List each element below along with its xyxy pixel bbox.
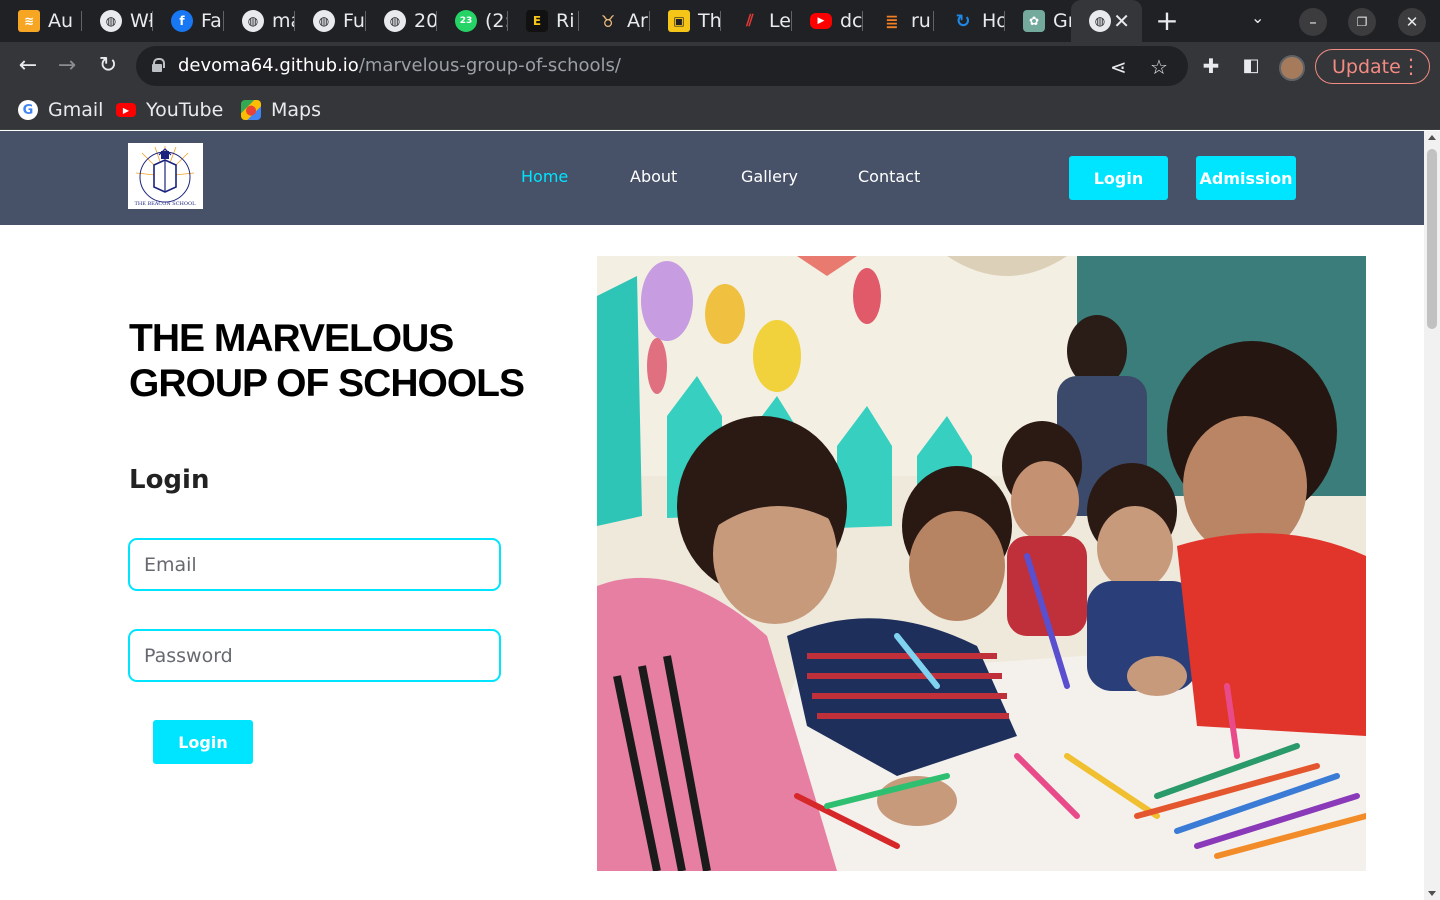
email-field[interactable]: [128, 538, 501, 591]
reload-icon[interactable]: ↻: [94, 52, 122, 80]
tab-title: 20: [414, 10, 437, 32]
browser-toolbar: ← → ↻ devoma64.github.io/marvelous-group…: [0, 42, 1440, 90]
browser-tab[interactable]: ≋ Au: [0, 0, 82, 42]
address-bar[interactable]: devoma64.github.io/marvelous-group-of-sc…: [136, 46, 1188, 86]
scroll-thumb[interactable]: [1427, 149, 1437, 329]
nav-home[interactable]: Home: [521, 167, 568, 186]
extensions-icon[interactable]: ✚: [1197, 52, 1225, 80]
stack-icon: ≋: [18, 10, 40, 32]
whatsapp-icon: 23: [455, 10, 477, 32]
globe-icon: ◍: [384, 10, 406, 32]
hero-image: [597, 256, 1366, 871]
page-viewport: THE BEACON SCHOOL Home About Gallery Con…: [0, 131, 1424, 900]
close-window-icon[interactable]: ✕: [1398, 8, 1426, 36]
youtube-icon: ▶: [116, 103, 136, 117]
scroll-up-icon[interactable]: [1428, 135, 1436, 140]
facebook-icon: f: [171, 10, 193, 32]
globe-icon: ◍: [242, 10, 264, 32]
login-heading: Login: [129, 465, 210, 495]
bookmark-youtube[interactable]: ▶ YouTube: [116, 96, 223, 124]
globe-icon: ◍: [100, 10, 122, 32]
maps-icon: ●: [241, 100, 261, 120]
fox-icon: ♉: [597, 10, 619, 32]
tab-title: Ho: [982, 10, 1005, 32]
bookmark-gmail[interactable]: G Gmail: [18, 96, 103, 124]
chevron-down-icon[interactable]: ⌄: [1251, 8, 1264, 27]
browser-tab[interactable]: ⫽ Le: [721, 0, 792, 42]
browser-tab[interactable]: ◍ ma: [224, 0, 295, 42]
tab-title: Le: [769, 10, 791, 32]
menu-dots-icon[interactable]: ⋮: [1401, 54, 1421, 78]
globe-icon: ◍: [1089, 10, 1111, 32]
lock-icon: [152, 58, 165, 72]
tab-title: Ar: [627, 10, 648, 32]
browser-tab[interactable]: ◍ Wł: [82, 0, 153, 42]
nav-admission-button[interactable]: Admission: [1196, 156, 1296, 200]
tab-title: Gr: [1053, 10, 1071, 32]
nav-about[interactable]: About: [630, 167, 677, 186]
browser-tab[interactable]: ✿ Gr: [1005, 0, 1071, 42]
browser-tab[interactable]: ◍ 20: [366, 0, 437, 42]
chatgpt-icon: ✿: [1023, 10, 1045, 32]
browser-tab[interactable]: ◍ Fu: [295, 0, 366, 42]
site-navbar: THE BEACON SCHOOL Home About Gallery Con…: [0, 131, 1424, 225]
restore-icon[interactable]: ❐: [1348, 8, 1376, 36]
close-tab-icon[interactable]: ✕: [1113, 9, 1130, 33]
share-icon[interactable]: ⋖: [1110, 55, 1127, 79]
minimize-icon[interactable]: –: [1299, 8, 1327, 36]
active-tab[interactable]: ◍ ✕: [1071, 0, 1142, 42]
page-scrollbar[interactable]: [1424, 131, 1440, 900]
url-text[interactable]: devoma64.github.io/marvelous-group-of-sc…: [178, 55, 621, 76]
nav-gallery[interactable]: Gallery: [741, 167, 798, 186]
browser-tab[interactable]: 23 (2:: [437, 0, 508, 42]
tab-title: ma: [272, 10, 295, 32]
logo-text: THE BEACON SCHOOL: [135, 201, 197, 207]
nav-login-button[interactable]: Login: [1069, 156, 1168, 200]
school-logo[interactable]: THE BEACON SCHOOL: [128, 143, 203, 209]
forward-icon[interactable]: →: [53, 52, 81, 80]
profile-avatar[interactable]: [1279, 55, 1305, 81]
login-submit-button[interactable]: Login: [153, 720, 253, 764]
stackoverflow-icon: ≣: [881, 10, 903, 32]
tab-title: Ri: [556, 10, 575, 32]
browser-tab[interactable]: E Ri: [508, 0, 579, 42]
browser-tab[interactable]: ↻ Ho: [934, 0, 1005, 42]
refresh-icon: ↻: [952, 10, 974, 32]
tab-title: (2:: [485, 10, 508, 32]
browser-tab[interactable]: ▣ Th: [650, 0, 721, 42]
update-button[interactable]: Update ⋮: [1315, 49, 1430, 84]
bookmark-star-icon[interactable]: ☆: [1150, 55, 1168, 79]
tab-title: Fa: [201, 10, 222, 32]
app-icon: E: [526, 10, 548, 32]
app-icon: ▣: [668, 10, 690, 32]
browser-tab[interactable]: ≣ ru: [863, 0, 934, 42]
password-field[interactable]: [128, 629, 501, 682]
browser-tab[interactable]: ▶ dc: [792, 0, 863, 42]
slash-icon: ⫽: [739, 10, 761, 32]
new-tab-icon[interactable]: +: [1152, 6, 1182, 36]
back-icon[interactable]: ←: [14, 52, 42, 80]
page-title: THE MARVELOUS GROUP OF SCHOOLS: [129, 317, 525, 405]
nav-contact[interactable]: Contact: [858, 167, 920, 186]
scroll-down-icon[interactable]: [1428, 891, 1436, 896]
browser-tab[interactable]: f Fa: [153, 0, 224, 42]
youtube-icon: ▶: [810, 13, 832, 29]
bookmarks-bar: G Gmail ▶ YouTube ● Maps: [0, 90, 1440, 130]
tab-title: ru: [911, 10, 931, 32]
tab-title: Fu: [343, 10, 365, 32]
tab-strip: ≋ Au ◍ Wł f Fa ◍ ma ◍ Fu ◍ 20 23 (2: E R…: [0, 0, 1440, 42]
google-icon: G: [18, 100, 38, 120]
tab-title: Wł: [130, 10, 153, 32]
side-panel-icon[interactable]: ◧: [1237, 52, 1265, 80]
bookmark-maps[interactable]: ● Maps: [241, 96, 321, 124]
globe-icon: ◍: [313, 10, 335, 32]
tab-title: Th: [698, 10, 721, 32]
browser-tab[interactable]: ♉ Ar: [579, 0, 650, 42]
tab-title: dc: [840, 10, 863, 32]
tab-title: Au: [48, 10, 74, 32]
